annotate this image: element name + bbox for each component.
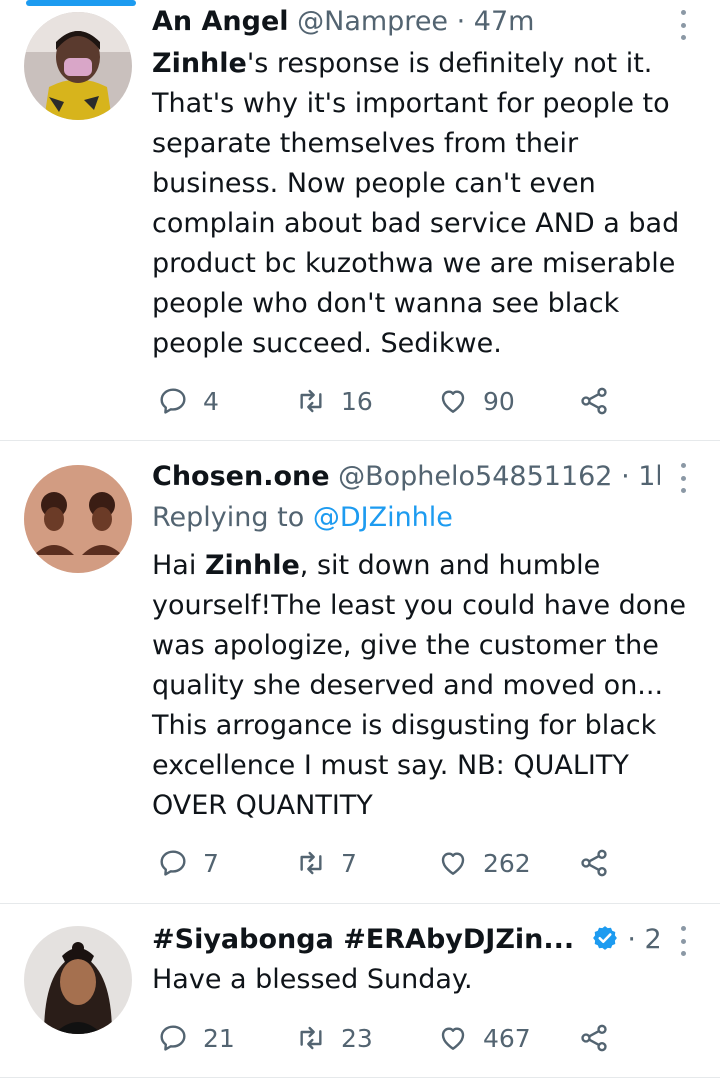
share-button[interactable]	[578, 1018, 610, 1058]
timestamp[interactable]: · 1h	[621, 461, 660, 492]
verified-badge-icon	[592, 926, 617, 950]
like-count: 90	[483, 386, 515, 416]
reply-icon	[160, 850, 186, 876]
like-button[interactable]: 90	[437, 381, 515, 421]
reply-button[interactable]: 21	[157, 1018, 235, 1058]
user-handle[interactable]: @Nampree	[297, 6, 448, 37]
mention-bold: Zinhle	[204, 550, 300, 581]
action-bar: 7 7 262	[152, 843, 632, 883]
replying-to: Replying to @DJZinhle	[152, 498, 453, 538]
like-count: 262	[483, 848, 531, 878]
like-icon	[441, 852, 465, 875]
tweet-text-rest: , sit down and humble yourself!The least…	[152, 550, 687, 821]
user-handle[interactable]: @Bophelo54851162	[338, 461, 612, 492]
display-name[interactable]: #Siyabonga #ERAbyDJZin...	[152, 924, 574, 955]
tweet-3[interactable]: #Siyabonga #ERAbyDJZin... · 2h Have a bl…	[0, 904, 720, 1079]
reply-button[interactable]: 7	[157, 843, 219, 883]
retweet-button[interactable]: 7	[295, 843, 357, 883]
retweet-count: 7	[341, 848, 357, 878]
tweet-header: Chosen.one @Bophelo54851162 · 1h	[152, 459, 660, 495]
avatar[interactable]	[24, 465, 132, 573]
like-button[interactable]: 467	[437, 1018, 531, 1058]
tweet-header: An Angel @Nampree · 47m	[152, 4, 660, 40]
share-button[interactable]	[578, 843, 610, 883]
share-icon	[581, 849, 607, 877]
retweet-count: 23	[341, 1023, 373, 1053]
action-bar: 21 23 467	[152, 1018, 632, 1058]
avatar[interactable]	[24, 12, 132, 120]
retweet-icon	[300, 1026, 322, 1050]
like-button[interactable]: 262	[437, 843, 531, 883]
like-count: 467	[483, 1023, 531, 1053]
retweet-count: 16	[341, 386, 373, 416]
more-icon[interactable]	[676, 10, 690, 40]
reply-count: 4	[203, 386, 219, 416]
divider	[0, 1077, 720, 1078]
tweet-2[interactable]: Chosen.one @Bophelo54851162 · 1h Replyin…	[0, 441, 720, 903]
more-icon[interactable]	[676, 463, 690, 493]
more-icon[interactable]	[676, 926, 690, 956]
timestamp[interactable]: · 2h	[627, 924, 660, 955]
mention-bold: Zinhle	[152, 48, 247, 79]
display-name[interactable]: An Angel	[152, 6, 289, 37]
tweet-text: Hai Zinhle, sit down and humble yourself…	[152, 546, 697, 826]
reply-count: 7	[203, 848, 219, 878]
tweet-header: #Siyabonga #ERAbyDJZin... · 2h	[152, 922, 660, 958]
timestamp[interactable]: · 47m	[457, 6, 535, 37]
like-icon	[441, 390, 465, 413]
reply-count: 21	[203, 1023, 235, 1053]
tweet-text: Have a blessed Sunday.	[152, 964, 473, 995]
replying-to-handle[interactable]: @DJZinhle	[313, 502, 453, 533]
tweet-text: Zinhle's response is definitely not it. …	[152, 44, 697, 364]
display-name[interactable]: Chosen.one	[152, 461, 330, 492]
replying-prefix: Replying to	[152, 502, 313, 533]
reply-button[interactable]: 4	[157, 381, 219, 421]
avatar[interactable]	[24, 926, 132, 1034]
action-bar: 4 16 90	[152, 381, 632, 421]
retweet-icon	[300, 389, 322, 413]
reply-icon	[160, 1025, 186, 1051]
share-icon	[581, 387, 607, 415]
retweet-button[interactable]: 23	[295, 1018, 373, 1058]
tweet-text-rest: 's response is definitely not it. That's…	[152, 48, 680, 359]
retweet-button[interactable]: 16	[295, 381, 373, 421]
reply-icon	[160, 388, 186, 414]
share-button[interactable]	[578, 381, 610, 421]
tweet-text-pre: Hai	[152, 550, 205, 581]
like-icon	[441, 1027, 465, 1050]
share-icon	[581, 1024, 607, 1052]
retweet-icon	[300, 851, 322, 875]
tweet-1[interactable]: An Angel @Nampree · 47m Zinhle's respons…	[0, 0, 720, 440]
